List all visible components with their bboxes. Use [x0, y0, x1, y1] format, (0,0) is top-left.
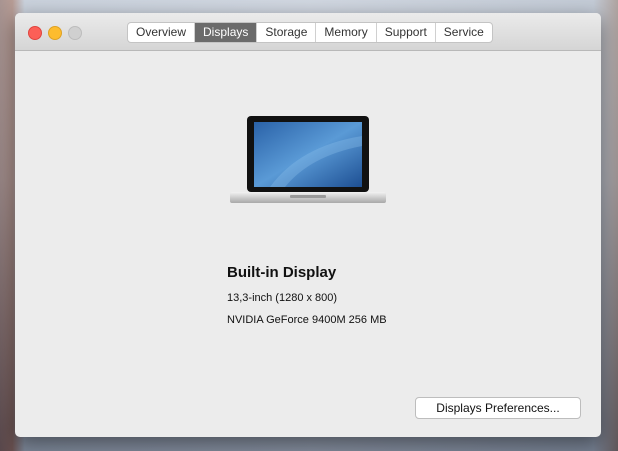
displays-preferences-button[interactable]: Displays Preferences... [415, 397, 581, 419]
display-name: Built-in Display [227, 264, 337, 281]
zoom-button [68, 26, 82, 40]
tab-overview[interactable]: Overview [128, 23, 194, 42]
minimize-button[interactable] [48, 26, 62, 40]
tab-support[interactable]: Support [375, 23, 435, 42]
tab-displays[interactable]: Displays [194, 23, 257, 42]
title-bar: Overview Displays Storage Memory Support… [15, 13, 601, 51]
tab-service[interactable]: Service [434, 23, 492, 42]
macbook-icon [230, 116, 386, 203]
close-button[interactable] [28, 26, 42, 40]
graphics-card: NVIDIA GeForce 9400M 256 MB [227, 314, 387, 326]
display-size: 13,3-inch (1280 x 800) [227, 292, 338, 304]
about-this-mac-window: Overview Displays Storage Memory Support… [15, 13, 601, 437]
tab-memory[interactable]: Memory [315, 23, 375, 42]
tab-storage[interactable]: Storage [256, 23, 315, 42]
tab-bar: Overview Displays Storage Memory Support… [127, 22, 493, 43]
